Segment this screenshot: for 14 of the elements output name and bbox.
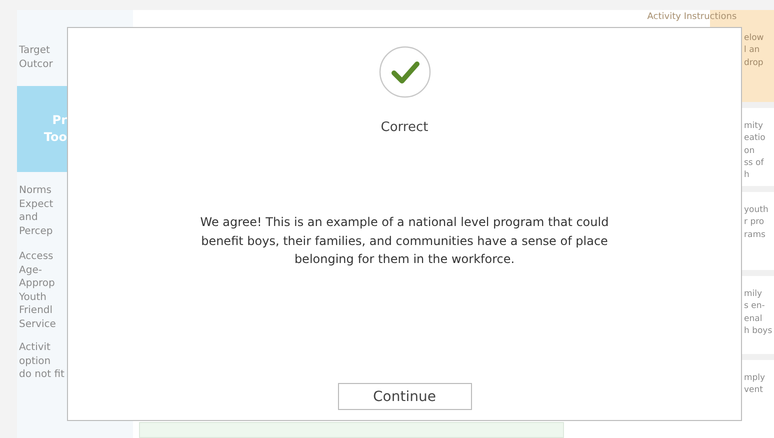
outcome-cell-text: Access Age- Approp Youth Friendl Service bbox=[18, 250, 57, 331]
dialog-title: Correct bbox=[380, 120, 428, 135]
activity-cell-text: youth r pro rams bbox=[743, 204, 770, 241]
instructions-title: Activity Instructions bbox=[646, 12, 738, 22]
continue-button[interactable]: Continue bbox=[338, 383, 472, 410]
column-heading: Target Outcor bbox=[18, 44, 54, 72]
instructions-text: elow l an drop bbox=[743, 32, 765, 69]
dialog-message: We agree! This is an example of a national level program that could benefit boys, their families, and communities have a sense of place belonging for them in the workforce. bbox=[199, 214, 610, 268]
outcome-cell-text: Activit option do not fit bbox=[18, 341, 66, 382]
outcome-cell-text: Norms Expect and Percep bbox=[18, 184, 54, 238]
activity-cell-text: mily s en- enal h boys bbox=[743, 288, 774, 338]
activity-cell-text: mply vent bbox=[743, 372, 766, 397]
checkmark-icon bbox=[378, 46, 430, 98]
activity-cell-text: mity eatio on ss of h bbox=[743, 120, 766, 182]
